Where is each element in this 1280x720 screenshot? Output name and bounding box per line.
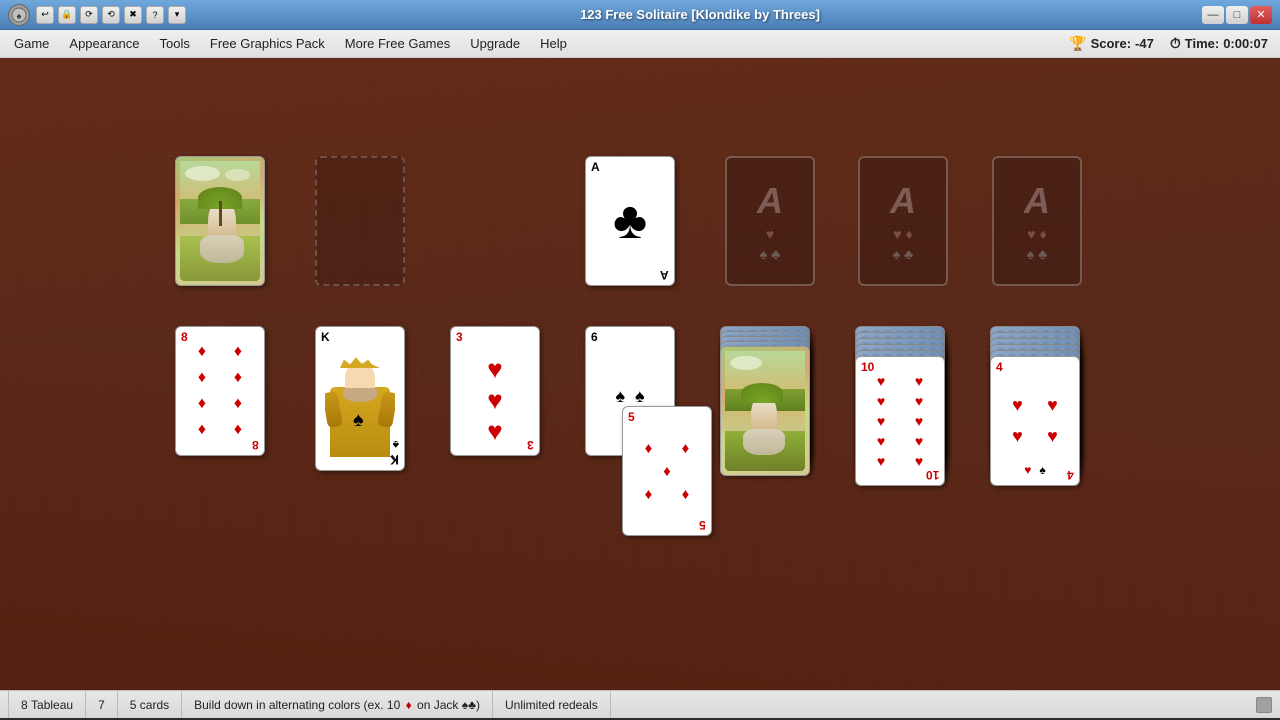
t4-5d-rank-tl: 5 (628, 411, 635, 423)
king-illustration: ♠ (325, 352, 395, 457)
foundation-1[interactable]: A A ♣ (585, 156, 675, 286)
t4-5d-rank-br: 5 (699, 519, 706, 531)
stock-card-art (180, 161, 260, 281)
score-value: -47 (1135, 36, 1154, 51)
score-area: 🏆 Score: -47 ⏱ Time: 0:00:07 (1069, 35, 1268, 52)
game-area: A A ♣ A ♥ ♠ ♣ A ♥ ♦ ♠ ♣ (0, 58, 1280, 690)
time-icon: ⏱ (1170, 35, 1181, 52)
status-cards: 5 cards (118, 691, 182, 718)
menu-game[interactable]: Game (4, 32, 59, 55)
toolbar-btn-more[interactable]: ▾ (168, 6, 186, 24)
t3-rank-tl: 3 (456, 331, 463, 343)
tableau-col4-5d[interactable]: 5 5 ♦ ♦ ♦ ♦ ♦ (622, 406, 712, 536)
waste-pile[interactable] (315, 156, 405, 286)
t4-6s-top-pips: ♠ ♠ (615, 386, 644, 407)
status-number: 7 (86, 691, 118, 718)
status-cards-value: 5 cards (130, 698, 169, 712)
t6-10h-pips: ♥ ♥ ♥ ♥ ♥ ♥ ♥ ♥ ♥ ♥ (856, 359, 944, 483)
tableau-col3[interactable]: 3 3 ♥ ♥ ♥ (450, 326, 540, 456)
score-display: 🏆 Score: -47 (1069, 35, 1154, 52)
status-bar: 8 Tableau 7 5 cards Build down in altern… (0, 690, 1280, 718)
foundation1-rank-br: A (660, 269, 669, 281)
menu-appearance[interactable]: Appearance (59, 32, 149, 55)
score-label: Score: (1091, 36, 1131, 51)
tableau-col7-4h[interactable]: 4 4 ♥ ♥ ♥ ♥ ♥ ♠ (990, 356, 1080, 486)
tableau-word: Tableau (31, 698, 73, 712)
t7-4h-rank-tl: 4 (996, 361, 1003, 373)
time-label: Time: (1185, 36, 1219, 51)
t7-4h-pips: ♥ ♥ ♥ ♥ (991, 375, 1079, 467)
score-icon: 🏆 (1069, 35, 1086, 52)
foundation-4[interactable]: A ♥ ♦ ♠ ♣ (992, 156, 1082, 286)
status-number-value: 7 (98, 698, 105, 712)
title-bar: ♠ ↩ 🔒 ⟳ ⟲ ✖ ? ▾ 123 Free Solitaire [Klon… (0, 0, 1280, 30)
minimize-button[interactable]: — (1202, 6, 1224, 24)
menu-tools[interactable]: Tools (150, 32, 200, 55)
t7-4h-rank-br: 4 (1067, 469, 1074, 481)
time-display: ⏱ Time: 0:00:07 (1170, 35, 1268, 52)
status-redeals: Unlimited redeals (493, 691, 611, 718)
toolbar-btn-help[interactable]: ? (146, 6, 164, 24)
toolbar-btn-close[interactable]: ✖ (124, 6, 142, 24)
statusbar-resize[interactable] (1256, 697, 1272, 713)
stock-pile[interactable] (175, 156, 265, 286)
tableau-col5-monet[interactable] (720, 346, 810, 476)
maximize-button[interactable]: □ (1226, 6, 1248, 24)
t6-10h-rank-br: 10 (926, 469, 939, 481)
toolbar-btn-back[interactable]: ⟲ (102, 6, 120, 24)
t1-rank-br: 8 (252, 439, 259, 451)
svg-text:♠: ♠ (17, 11, 22, 21)
foundation1-center: ♣ (613, 195, 647, 247)
toolbar: ↩ 🔒 ⟳ ⟲ ✖ ? ▾ (36, 6, 186, 24)
close-button[interactable]: ✕ (1250, 6, 1272, 24)
foundation1-rank-tl: A (591, 161, 600, 173)
toolbar-btn-lock[interactable]: 🔒 (58, 6, 76, 24)
time-value: 0:00:07 (1223, 36, 1268, 51)
menu-free-graphics[interactable]: Free Graphics Pack (200, 32, 335, 55)
t2-rank-tl: K (321, 331, 330, 343)
t3-rank-br: 3 (527, 439, 534, 451)
tableau-col6-10h[interactable]: 10 10 ♥ ♥ ♥ ♥ ♥ ♥ ♥ ♥ ♥ ♥ (855, 356, 945, 486)
t6-10h-rank-tl: 10 (861, 361, 874, 373)
t4-5d-pips: ♦ ♦ ♦ ♦ ♦ (623, 426, 711, 517)
t7-4h-bottom-suits: ♥ ♠ (1024, 463, 1046, 477)
menu-more-games[interactable]: More Free Games (335, 32, 460, 55)
tableau-col2[interactable]: K K ♠ K♠ (315, 326, 405, 471)
t4-6s-rank-tl: 6 (591, 331, 598, 343)
window-controls: — □ ✕ (1202, 6, 1272, 24)
build-rule-text: Build down in alternating colors (ex. 10… (194, 698, 480, 712)
t1-rank-tl: 8 (181, 331, 188, 343)
foundation2-a: A (757, 180, 783, 222)
menu-help[interactable]: Help (530, 32, 577, 55)
window-title: 123 Free Solitaire [Klondike by Threes] (198, 7, 1202, 22)
foundation-3[interactable]: A ♥ ♦ ♠ ♣ (858, 156, 948, 286)
t5-monet-art (725, 351, 805, 471)
menu-upgrade[interactable]: Upgrade (460, 32, 530, 55)
foundation-2[interactable]: A ♥ ♠ ♣ (725, 156, 815, 286)
status-tableau: 8 Tableau (8, 691, 86, 718)
redeals-value: Unlimited redeals (505, 698, 598, 712)
t3-pips: ♥ ♥ ♥ (487, 354, 502, 444)
tableau-label: 8 (21, 698, 28, 712)
menu-bar: Game Appearance Tools Free Graphics Pack… (0, 30, 1280, 58)
tableau-col1[interactable]: 8 8 ♦ ♦ ♦ ♦ ♦ ♦ ♦ ♦ (175, 326, 265, 456)
status-build-rule: Build down in alternating colors (ex. 10… (182, 691, 493, 718)
foundation3-a: A (890, 180, 916, 222)
foundation4-a: A (1024, 180, 1050, 222)
t2-rank-br2: K♠ (391, 438, 399, 466)
toolbar-btn-redo[interactable]: ⟳ (80, 6, 98, 24)
app-icon: ♠ (8, 4, 30, 26)
toolbar-btn-undo[interactable]: ↩ (36, 6, 54, 24)
